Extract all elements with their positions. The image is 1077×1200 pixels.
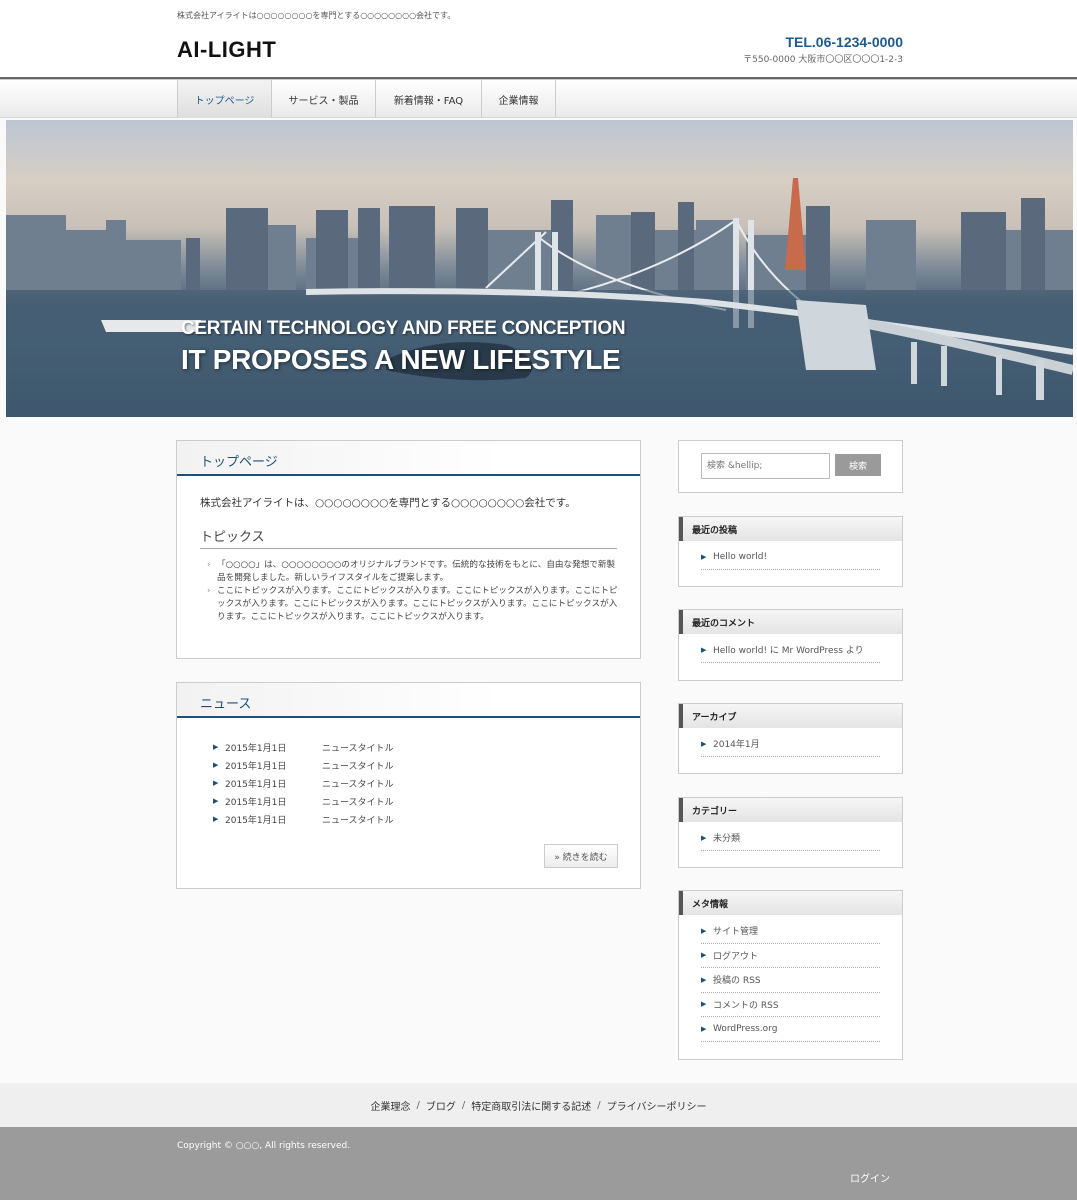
news-title-link[interactable]: ニュースタイトル xyxy=(322,777,394,790)
triangle-bullet-icon: ▶ xyxy=(213,797,219,805)
triangle-bullet-icon: ▶ xyxy=(701,975,707,984)
footer-link-privacy[interactable]: プライバシーポリシー xyxy=(607,1098,707,1113)
triangle-bullet-icon: ▶ xyxy=(701,552,707,561)
widget-title: 最近の投稿 xyxy=(679,517,902,541)
triangle-bullet-icon: ▶ xyxy=(213,743,219,751)
site-logo[interactable]: AI-LIGHT xyxy=(177,37,276,63)
news-section: ニュース ▶ 2015年1月1日 ニュースタイトル ▶ 2015年1月1日 ニュ… xyxy=(176,682,641,889)
widget-link-label[interactable]: WordPress.org xyxy=(713,1024,777,1034)
news-list: ▶ 2015年1月1日 ニュースタイトル ▶ 2015年1月1日 ニュースタイト… xyxy=(213,738,394,828)
widget-recent-comments: 最近のコメント ▶ Hello world! に Mr WordPress より xyxy=(678,609,903,681)
news-date: 2015年1月1日 xyxy=(225,761,287,772)
footer-link-blog[interactable]: ブログ xyxy=(426,1098,456,1113)
widget-title: メタ情報 xyxy=(679,891,902,915)
widget-link-label[interactable]: Hello world! xyxy=(713,552,767,562)
widget-recent-posts: 最近の投稿 ▶ Hello world! xyxy=(678,516,903,587)
triangle-bullet-icon: ▶ xyxy=(701,926,707,935)
widget-categories: カテゴリー ▶ 未分類 xyxy=(678,797,903,868)
widget-archives: アーカイブ ▶ 2014年1月 xyxy=(678,703,903,774)
company-address: 〒550-0000 大阪市〇〇区〇〇〇1-2-3 xyxy=(743,55,903,65)
news-item[interactable]: ▶ 2015年1月1日 ニュースタイトル xyxy=(213,810,394,828)
read-more-button[interactable]: » 続きを読む xyxy=(544,844,618,868)
search-widget: 検索 xyxy=(678,440,903,493)
top-page-section: トップページ 株式会社アイライトは、○○○○○○○○を専門とする○○○○○○○○… xyxy=(176,440,641,659)
news-title-link[interactable]: ニュースタイトル xyxy=(322,759,394,772)
copyright-text: Copyright © ○○○, All rights reserved. xyxy=(177,1141,351,1151)
widget-link[interactable]: ▶ Hello world! xyxy=(701,545,880,570)
widget-link-label[interactable]: 2014年1月 xyxy=(713,737,760,750)
phone-number: TEL.06-1234-0000 xyxy=(785,34,903,50)
nav-item-company[interactable]: 企業情報 xyxy=(482,80,556,118)
footer-separator: / xyxy=(416,1099,420,1111)
footer-separator: / xyxy=(461,1099,466,1111)
search-input[interactable] xyxy=(701,453,830,479)
widget-link-label[interactable]: 投稿の RSS xyxy=(713,973,761,986)
triangle-bullet-icon: ▶ xyxy=(701,1000,707,1009)
nav-item-top[interactable]: トップページ xyxy=(178,80,272,118)
triangle-bullet-icon: ▶ xyxy=(701,1024,707,1033)
company-intro: 株式会社アイライトは、○○○○○○○○を専門とする○○○○○○○○会社です。 xyxy=(200,497,576,509)
nav-item-news-faq[interactable]: 新着情報・FAQ xyxy=(376,80,482,118)
news-title-link[interactable]: ニュースタイトル xyxy=(322,795,394,808)
widget-title: アーカイブ xyxy=(679,704,902,728)
triangle-bullet-icon: ▶ xyxy=(701,739,707,748)
news-date: 2015年1月1日 xyxy=(225,815,287,826)
section-title: ニュース xyxy=(200,697,252,712)
widget-link-label[interactable]: サイト管理 xyxy=(713,924,758,937)
login-link[interactable]: ログイン xyxy=(850,1170,890,1185)
widget-title: カテゴリー xyxy=(679,798,902,822)
widget-title: 最近のコメント xyxy=(679,610,902,634)
main-nav: トップページ サービス・製品 新着情報・FAQ 企業情報 xyxy=(0,80,1077,118)
triangle-bullet-icon: ▶ xyxy=(213,779,219,787)
triangle-bullet-icon: ▶ xyxy=(701,951,707,960)
footer-nav: 企業理念 / ブログ / 特定商取引法に関する記述 / プライバシーポリシー xyxy=(0,1083,1077,1127)
news-item[interactable]: ▶ 2015年1月1日 ニュースタイトル xyxy=(213,792,394,810)
widget-link-label[interactable]: コメントの RSS xyxy=(713,998,779,1011)
widget-link[interactable]: ▶ サイト管理 xyxy=(701,919,880,944)
footer-link-philosophy[interactable]: 企業理念 xyxy=(371,1098,411,1113)
section-header: ニュース xyxy=(177,683,640,718)
news-item[interactable]: ▶ 2015年1月1日 ニュースタイトル xyxy=(213,756,394,774)
triangle-bullet-icon: ▶ xyxy=(213,815,219,823)
widget-link[interactable]: ▶ 2014年1月 xyxy=(701,732,880,757)
triangle-bullet-icon: ▶ xyxy=(213,761,219,769)
topic-item: ここにトピックスが入ります。ここにトピックスが入ります。ここにトピックスが入りま… xyxy=(207,585,621,624)
widget-link[interactable]: ▶ 投稿の RSS xyxy=(701,968,880,993)
site-header: 株式会社アイライトは○○○○○○○○を専門とする○○○○○○○○会社です。 AI… xyxy=(0,0,1077,78)
triangle-bullet-icon: ▶ xyxy=(701,833,707,842)
site-tagline: 株式会社アイライトは○○○○○○○○を専門とする○○○○○○○○会社です。 xyxy=(177,11,456,20)
news-item[interactable]: ▶ 2015年1月1日 ニュースタイトル xyxy=(213,738,394,756)
news-date: 2015年1月1日 xyxy=(225,797,287,808)
widget-link[interactable]: ▶ Hello world! に Mr WordPress より xyxy=(701,638,880,663)
search-button[interactable]: 検索 xyxy=(835,454,881,476)
widget-link-label[interactable]: Hello world! に Mr WordPress より xyxy=(713,643,864,656)
footer-bottom: Copyright © ○○○, All rights reserved. ログ… xyxy=(0,1127,1077,1200)
nav-item-services[interactable]: サービス・製品 xyxy=(272,80,376,118)
widget-link[interactable]: ▶ 未分類 xyxy=(701,826,880,851)
news-title-link[interactable]: ニュースタイトル xyxy=(322,741,394,754)
news-date: 2015年1月1日 xyxy=(225,779,287,790)
triangle-bullet-icon: ▶ xyxy=(701,645,707,654)
widget-link[interactable]: ▶ WordPress.org xyxy=(701,1017,880,1042)
news-title-link[interactable]: ニュースタイトル xyxy=(322,813,394,826)
news-date: 2015年1月1日 xyxy=(225,743,287,754)
widget-link-label[interactable]: 未分類 xyxy=(713,831,740,844)
hero-banner: CERTAIN TECHNOLOGY AND FREE CONCEPTION I… xyxy=(6,120,1073,417)
footer-separator: / xyxy=(597,1099,601,1111)
hero-tagline-secondary: IT PROPOSES A NEW LIFESTYLE xyxy=(181,344,621,375)
topic-item: 「○○○○」は、○○○○○○○○のオリジナルブランドです。伝統的な技術をもとに、… xyxy=(207,559,621,585)
widget-link-label[interactable]: ログアウト xyxy=(713,949,758,962)
topics-heading: トピックス xyxy=(200,526,617,549)
widget-meta: メタ情報 ▶ サイト管理 ▶ ログアウト ▶ 投稿の RSS ▶ コメントの RSS ▶… xyxy=(678,890,903,1060)
news-item[interactable]: ▶ 2015年1月1日 ニュースタイトル xyxy=(213,774,394,792)
hero-tagline-primary: CERTAIN TECHNOLOGY AND FREE CONCEPTION xyxy=(181,318,626,339)
widget-link[interactable]: ▶ コメントの RSS xyxy=(701,993,880,1017)
topics-list: 「○○○○」は、○○○○○○○○のオリジナルブランドです。伝統的な技術をもとに、… xyxy=(207,559,621,624)
section-title: トップページ xyxy=(200,455,278,470)
footer-link-commerce-law[interactable]: 特定商取引法に関する記述 xyxy=(471,1098,591,1113)
section-header: トップページ xyxy=(177,441,640,476)
widget-link[interactable]: ▶ ログアウト xyxy=(701,944,880,968)
